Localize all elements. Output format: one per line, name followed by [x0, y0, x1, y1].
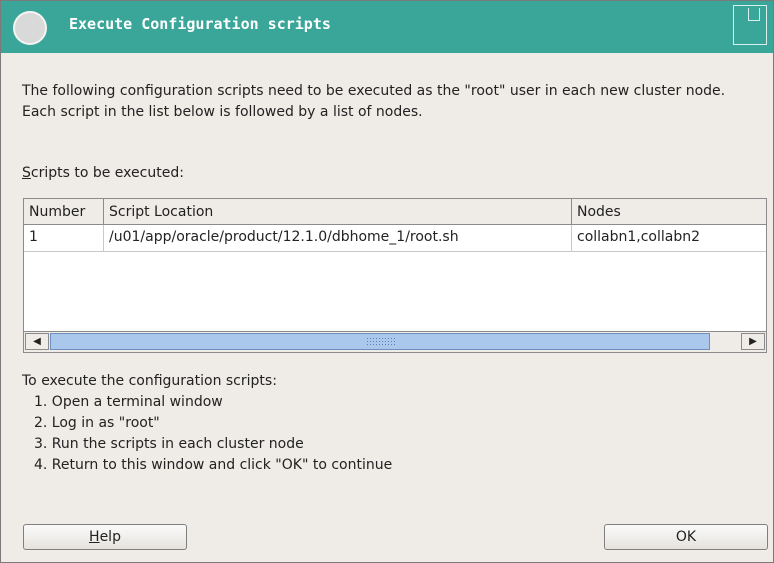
instruction-step: 4. Return to this window and click "OK" …	[34, 457, 393, 473]
scrollbar-grip	[366, 337, 396, 346]
help-button-mnemonic: H	[89, 529, 100, 545]
scripts-label-mnemonic: S	[22, 165, 31, 181]
scroll-left-arrow-icon[interactable]: ◀	[25, 333, 49, 350]
window-menu-icon[interactable]	[13, 11, 47, 45]
maximize-icon[interactable]	[733, 5, 767, 45]
column-header-script-location[interactable]: Script Location	[104, 199, 572, 225]
dialog-window: Execute Configuration scripts The follow…	[0, 0, 774, 563]
help-button[interactable]: Help	[23, 524, 187, 550]
horizontal-scrollbar[interactable]: ◀ ▶	[24, 331, 766, 352]
table-header: Number Script Location Nodes	[24, 199, 766, 225]
scrollbar-thumb[interactable]	[50, 333, 710, 350]
ok-button[interactable]: OK	[604, 524, 768, 550]
scroll-right-arrow-icon[interactable]: ▶	[741, 333, 765, 350]
window-title: Execute Configuration scripts	[69, 15, 331, 33]
description-text: The following configuration scripts need…	[22, 83, 726, 120]
column-header-nodes[interactable]: Nodes	[572, 199, 766, 225]
scripts-label-text: cripts to be executed:	[30, 165, 184, 181]
help-button-label: elp	[99, 529, 121, 545]
cell-nodes: collabn1,collabn2	[577, 229, 701, 245]
instruction-step: 1. Open a terminal window	[34, 394, 223, 410]
scripts-label: Scripts to be executed:	[22, 165, 184, 181]
instructions-heading: To execute the configuration scripts:	[22, 373, 277, 389]
cell-number: 1	[24, 225, 104, 251]
instructions: To execute the configuration scripts: 1.…	[22, 371, 392, 476]
scripts-table[interactable]: Number Script Location Nodes 1 /u01/app/…	[23, 198, 767, 353]
cell-script-location: /u01/app/oracle/product/12.1.0/dbhome_1/…	[104, 225, 572, 251]
instruction-step: 3. Run the scripts in each cluster node	[34, 436, 304, 452]
title-bar[interactable]: Execute Configuration scripts	[1, 1, 773, 53]
table-row[interactable]: 1 /u01/app/oracle/product/12.1.0/dbhome_…	[24, 225, 766, 252]
instruction-step: 2. Log in as "root"	[34, 415, 160, 431]
column-header-number[interactable]: Number	[24, 199, 104, 225]
